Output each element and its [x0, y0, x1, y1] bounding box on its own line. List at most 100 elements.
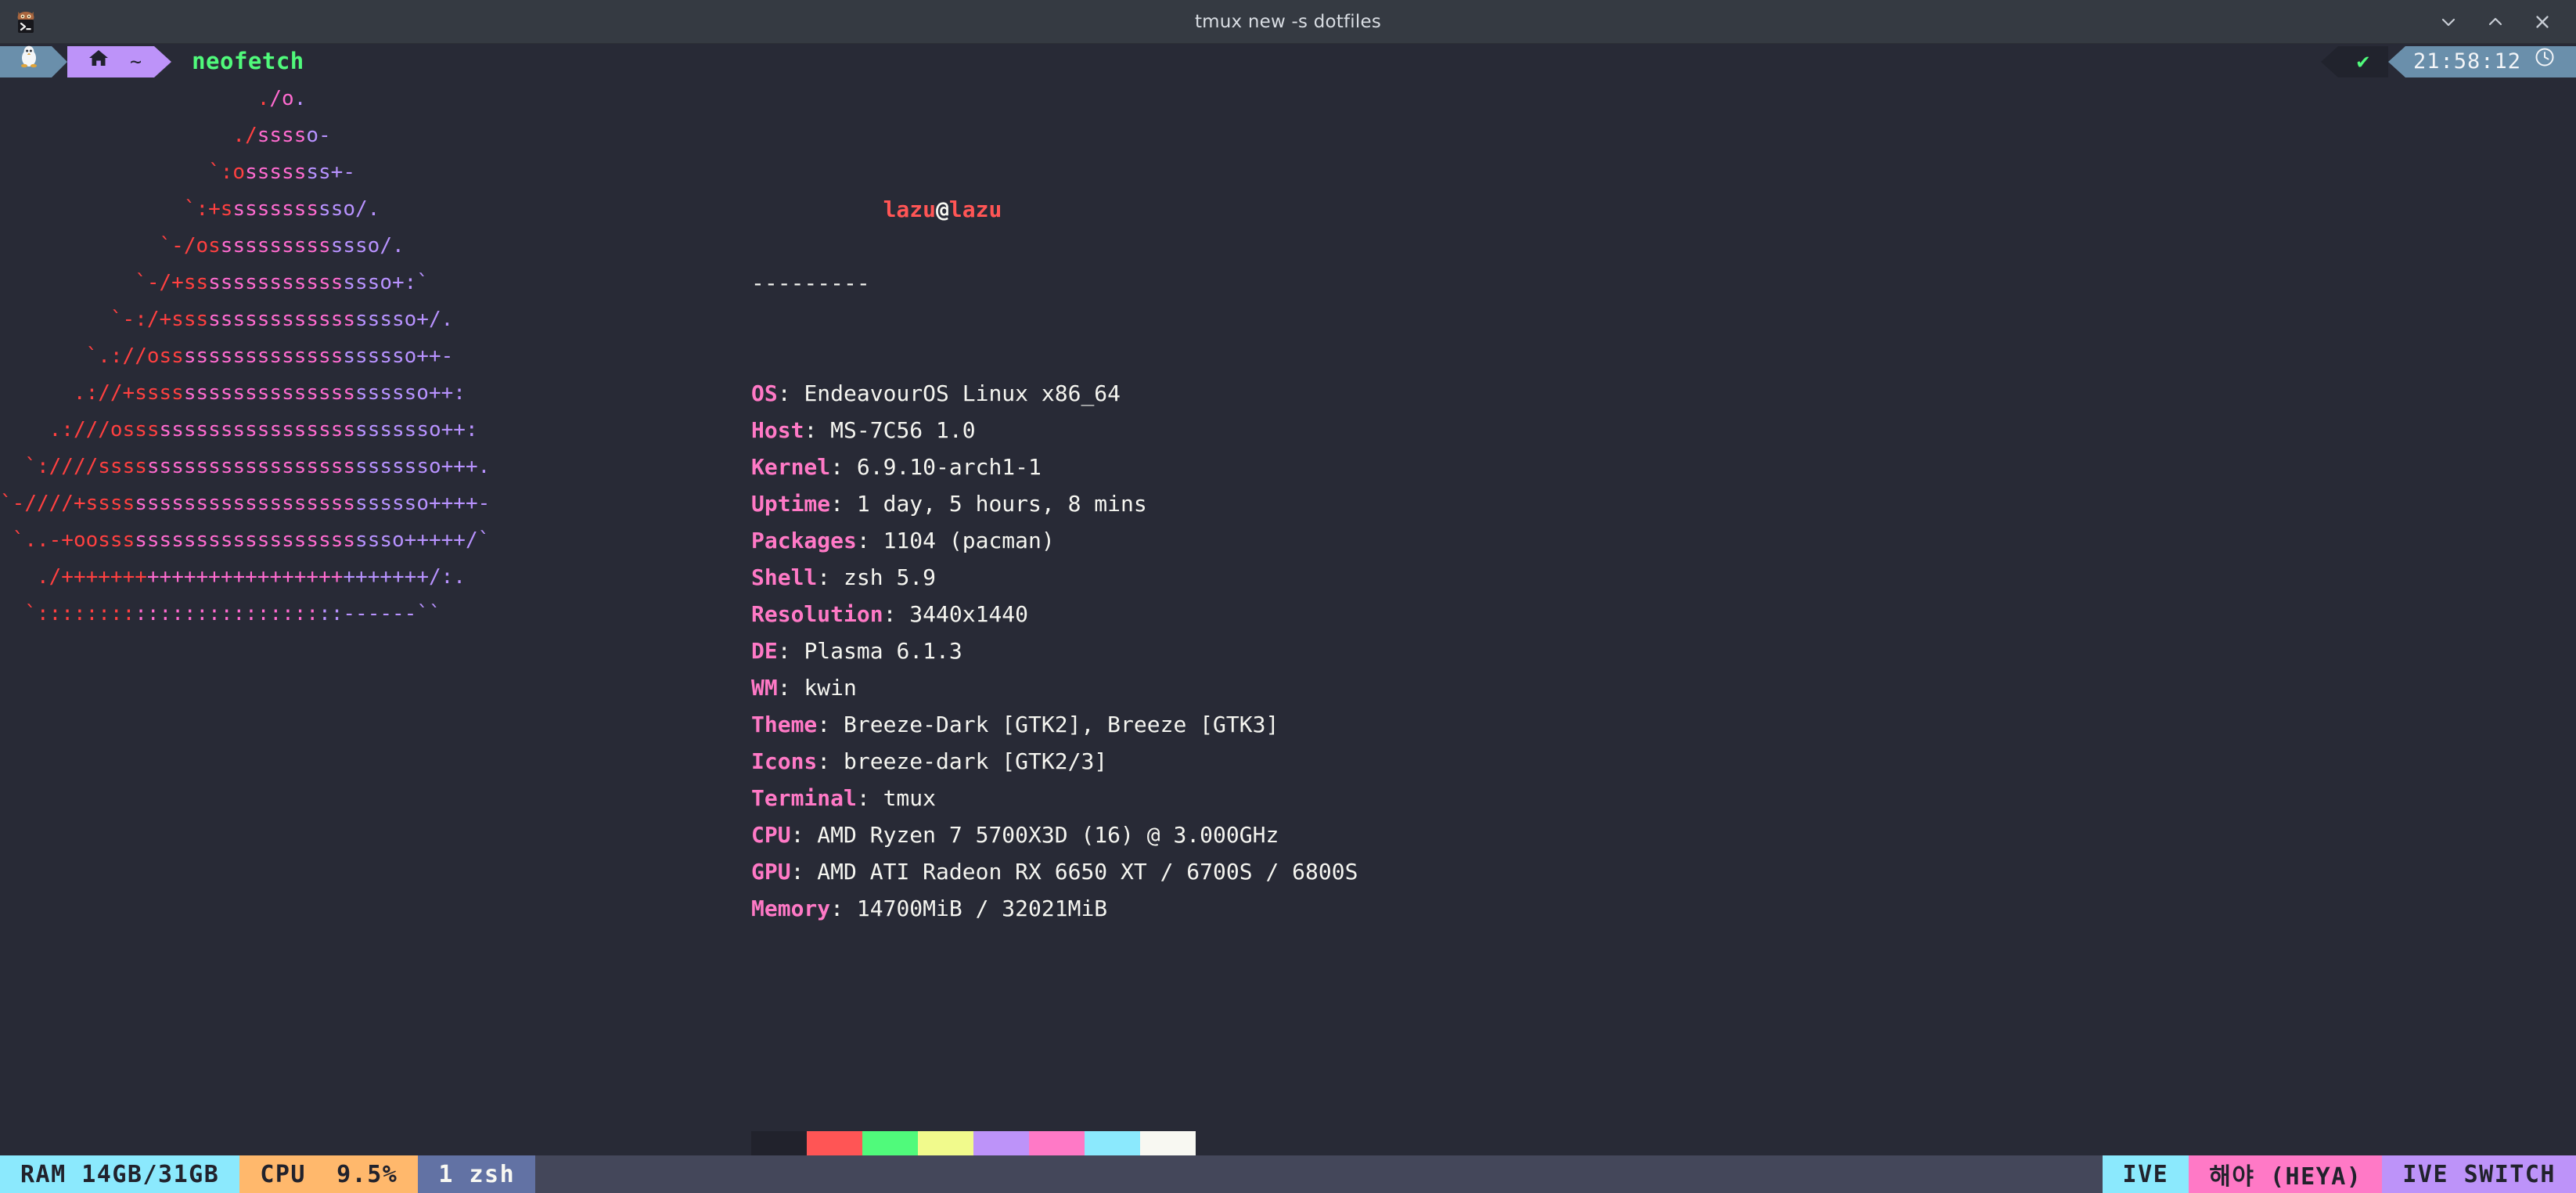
neofetch-host: lazu [949, 196, 1002, 222]
ascii-art-line: ./o. [0, 81, 751, 117]
terminal-content[interactable]: ~ neofetch ✔ 21:58:12 [0, 44, 2576, 1155]
neofetch-info-key: Packages [751, 528, 857, 553]
neofetch-info-value: zsh 5.9 [844, 564, 936, 590]
neofetch-separator: --------- [751, 265, 1358, 301]
neofetch-info-row: Uptime: 1 day, 5 hours, 8 mins [751, 485, 1358, 522]
prompt-arrow-path [154, 46, 171, 77]
neofetch-userhost-row: lazu@lazu [751, 154, 1358, 191]
minimize-button[interactable] [2438, 12, 2459, 32]
neofetch-info-key: Host [751, 417, 804, 443]
neofetch-info-key: Kernel [751, 454, 830, 480]
prompt-arrow-clock [2388, 46, 2405, 77]
neofetch-info-key: Terminal [751, 785, 857, 811]
neofetch-info-row: GPU: AMD ATI Radeon RX 6650 XT / 6700S /… [751, 853, 1358, 890]
palette-swatch [862, 1131, 918, 1155]
neofetch-info-row: Resolution: 3440x1440 [751, 596, 1358, 633]
maximize-button[interactable] [2485, 12, 2506, 32]
neofetch-info-key: Icons [751, 748, 817, 774]
neofetch-info-row: DE: Plasma 6.1.3 [751, 633, 1358, 669]
neofetch-info-colon: : [857, 528, 883, 553]
neofetch-info-row: CPU: AMD Ryzen 7 5700X3D (16) @ 3.000GHz [751, 816, 1358, 853]
window-controls [2438, 12, 2565, 32]
ascii-art-line: `-/+sssssssssssssssso+:` [0, 265, 751, 301]
neofetch-info-colon: : [778, 675, 804, 701]
neofetch-info-value: tmux [883, 785, 936, 811]
status-segment-left-2[interactable]: 1 zsh [418, 1155, 535, 1193]
palette-swatch [1085, 1131, 1140, 1155]
ascii-art-line: `..-+oosssssssssssssssssssssssso+++++/` [0, 522, 751, 559]
prompt-time-label: 21:58:12 [2413, 44, 2521, 79]
prompt-right-top: ✔ 21:58:12 [2321, 44, 2576, 79]
neofetch-info-key: Memory [751, 896, 830, 921]
neofetch-output: ./o. ./sssso- `:osssssss+- `:+ssssssssss… [0, 79, 2576, 1155]
neofetch-info-block: lazu@lazu --------- OS: EndeavourOS Linu… [751, 81, 1358, 1155]
palette-swatch [751, 1131, 807, 1155]
palette-swatch [973, 1131, 1029, 1155]
ascii-art-line: ./sssso- [0, 117, 751, 154]
prompt-line-top: ~ neofetch ✔ 21:58:12 [0, 44, 2576, 79]
neofetch-info-key: WM [751, 675, 778, 701]
status-segment-right-0[interactable]: IVE [2103, 1155, 2189, 1193]
neofetch-info-key: Shell [751, 564, 817, 590]
command-text: neofetch [192, 44, 304, 79]
ascii-art-line: `:osssssss+- [0, 154, 751, 191]
neofetch-info-key: Theme [751, 712, 817, 737]
ascii-art-line: `-:/+ssssssssssssssssssso+/. [0, 301, 751, 338]
terminal-cat-icon [11, 7, 41, 37]
neofetch-at: @ [936, 196, 949, 222]
neofetch-info-value: 6.9.10-arch1-1 [857, 454, 1042, 480]
neofetch-info-colon: : [817, 748, 844, 774]
status-left-group: RAM 14GB/31GBCPU 9.5%1 zsh [0, 1155, 535, 1193]
neofetch-info-key: GPU [751, 859, 791, 885]
prompt-os-segment [0, 46, 52, 77]
check-mark-icon: ✔ [2338, 46, 2388, 77]
neofetch-info-colon: : [883, 601, 910, 627]
status-segment-left-1[interactable]: CPU 9.5% [239, 1155, 418, 1193]
neofetch-info-row: Theme: Breeze-Dark [GTK2], Breeze [GTK3] [751, 706, 1358, 743]
ascii-art-line: `:::::::::::::::::::::::::------`` [0, 596, 751, 633]
ascii-art-line: .://+ssssssssssssssssssssssso++: [0, 375, 751, 412]
status-segment-right-2[interactable]: IVE SWITCH [2382, 1155, 2576, 1193]
neofetch-info-row: WM: kwin [751, 669, 1358, 706]
prompt-path-segment: ~ [67, 46, 154, 77]
status-segment-right-1[interactable]: 해야 (HEYA) [2189, 1155, 2382, 1193]
neofetch-info-row: Shell: zsh 5.9 [751, 559, 1358, 596]
neofetch-info-row: Icons: breeze-dark [GTK2/3] [751, 743, 1358, 780]
ascii-art-line: `-/ossssssssssssso/. [0, 228, 751, 265]
neofetch-info-colon: : [857, 785, 883, 811]
terminal-window: tmux new -s dotfiles [0, 0, 2576, 1193]
ascii-art-line: ./++++++++++++++++++++++++++++++/:. [0, 559, 751, 596]
ascii-art-line: `-////+ssssssssssssssssssssssssssso++++- [0, 485, 751, 522]
ascii-art-line: `:+sssssssssso/. [0, 191, 751, 228]
neofetch-info-row: Memory: 14700MiB / 32021MiB [751, 890, 1358, 927]
prompt-path-label: ~ [130, 44, 142, 79]
status-segment-left-0[interactable]: RAM 14GB/31GB [0, 1155, 239, 1193]
palette-swatch [918, 1131, 973, 1155]
neofetch-info-colon: : [830, 454, 857, 480]
tmux-status-bar: RAM 14GB/31GBCPU 9.5%1 zsh IVE해야 (HEYA)I… [0, 1155, 2576, 1193]
prompt-clock-segment: 21:58:12 [2405, 46, 2576, 77]
close-button[interactable] [2532, 12, 2553, 32]
prompt-arrow-os [52, 46, 67, 77]
clock-icon [2534, 44, 2556, 79]
neofetch-info-row: Host: MS-7C56 1.0 [751, 412, 1358, 449]
neofetch-info-colon: : [791, 859, 818, 885]
neofetch-info-value: Breeze-Dark [GTK2], Breeze [GTK3] [844, 712, 1279, 737]
neofetch-info-row: Kernel: 6.9.10-arch1-1 [751, 449, 1358, 485]
neofetch-info-row: Packages: 1104 (pacman) [751, 522, 1358, 559]
window-title: tmux new -s dotfiles [0, 12, 2576, 32]
neofetch-info-value: 14700MiB / 32021MiB [857, 896, 1107, 921]
status-right-group: IVE해야 (HEYA)IVE SWITCH [2103, 1155, 2576, 1193]
neofetch-info-colon: : [830, 896, 857, 921]
ascii-art-line: `:////ssssssssssssssssssssssssssso+++. [0, 449, 751, 485]
endeavouros-ascii-logo: ./o. ./sssso- `:osssssss+- `:+ssssssssss… [0, 81, 751, 1155]
neofetch-info-key: Resolution [751, 601, 883, 627]
neofetch-info-colon: : [804, 417, 830, 443]
neofetch-info-row: OS: EndeavourOS Linux x86_64 [751, 375, 1358, 412]
neofetch-info-row: Terminal: tmux [751, 780, 1358, 816]
neofetch-info-value: 1104 (pacman) [883, 528, 1055, 553]
palette-swatch [1029, 1131, 1085, 1155]
neofetch-info-value: EndeavourOS Linux x86_64 [804, 380, 1121, 406]
neofetch-info-key: DE [751, 638, 778, 664]
neofetch-info-colon: : [817, 712, 844, 737]
